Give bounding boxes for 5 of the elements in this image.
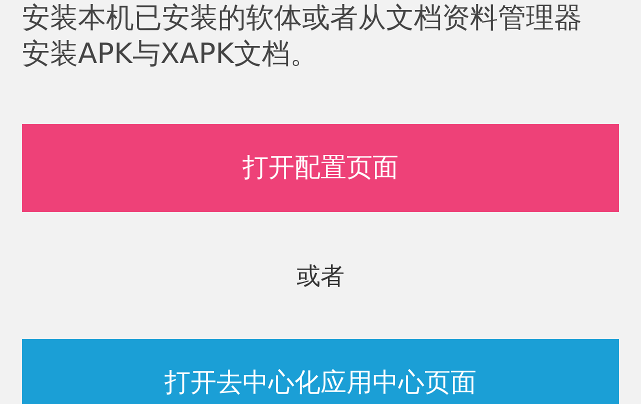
separator-text: 或者	[296, 260, 344, 292]
action-button[interactable]: 打开配置页面	[22, 124, 619, 212]
action-button[interactable]: 打开去中心化应用中心页面	[22, 339, 619, 404]
intro-text: 安装APK与XAPK文档。	[22, 36, 318, 72]
intro-text: 安装本机已安装的软体或者从文档资料管理器	[22, 0, 582, 36]
